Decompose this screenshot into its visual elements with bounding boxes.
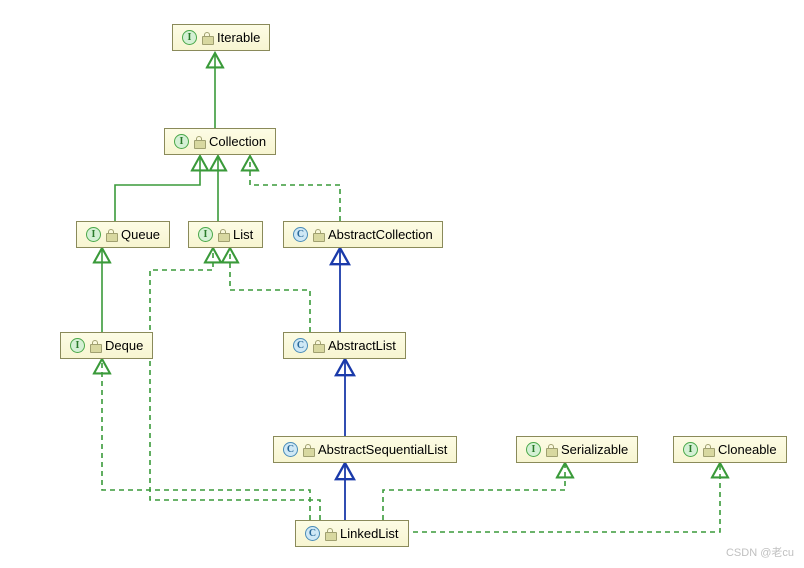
class-icon: C: [293, 338, 308, 353]
node-linkedlist: C LinkedList: [295, 520, 409, 547]
node-abstractsequentiallist: C AbstractSequentialList: [273, 436, 457, 463]
lock-icon: [106, 229, 116, 240]
node-abstractcollection: C AbstractCollection: [283, 221, 443, 248]
node-label: AbstractCollection: [328, 227, 433, 242]
lock-icon: [194, 136, 204, 147]
node-queue: I Queue: [76, 221, 170, 248]
lock-icon: [202, 32, 212, 43]
node-label: AbstractList: [328, 338, 396, 353]
class-icon: C: [283, 442, 298, 457]
interface-icon: I: [198, 227, 213, 242]
node-collection: I Collection: [164, 128, 276, 155]
node-label: Cloneable: [718, 442, 777, 457]
node-label: Serializable: [561, 442, 628, 457]
class-icon: C: [293, 227, 308, 242]
lock-icon: [303, 444, 313, 455]
node-label: Deque: [105, 338, 143, 353]
node-label: Iterable: [217, 30, 260, 45]
lock-icon: [313, 340, 323, 351]
node-serializable: I Serializable: [516, 436, 638, 463]
node-list: I List: [188, 221, 263, 248]
node-iterable: I Iterable: [172, 24, 270, 51]
lock-icon: [90, 340, 100, 351]
diagram-edges: [0, 0, 804, 568]
lock-icon: [325, 528, 335, 539]
node-label: LinkedList: [340, 526, 399, 541]
node-abstractlist: C AbstractList: [283, 332, 406, 359]
node-deque: I Deque: [60, 332, 153, 359]
lock-icon: [703, 444, 713, 455]
lock-icon: [313, 229, 323, 240]
node-label: Collection: [209, 134, 266, 149]
interface-icon: I: [86, 227, 101, 242]
interface-icon: I: [526, 442, 541, 457]
node-label: AbstractSequentialList: [318, 442, 447, 457]
node-label: Queue: [121, 227, 160, 242]
interface-icon: I: [683, 442, 698, 457]
interface-icon: I: [174, 134, 189, 149]
lock-icon: [546, 444, 556, 455]
interface-icon: I: [182, 30, 197, 45]
node-label: List: [233, 227, 253, 242]
interface-icon: I: [70, 338, 85, 353]
class-icon: C: [305, 526, 320, 541]
watermark: CSDN @老cu: [726, 544, 794, 560]
lock-icon: [218, 229, 228, 240]
node-cloneable: I Cloneable: [673, 436, 787, 463]
